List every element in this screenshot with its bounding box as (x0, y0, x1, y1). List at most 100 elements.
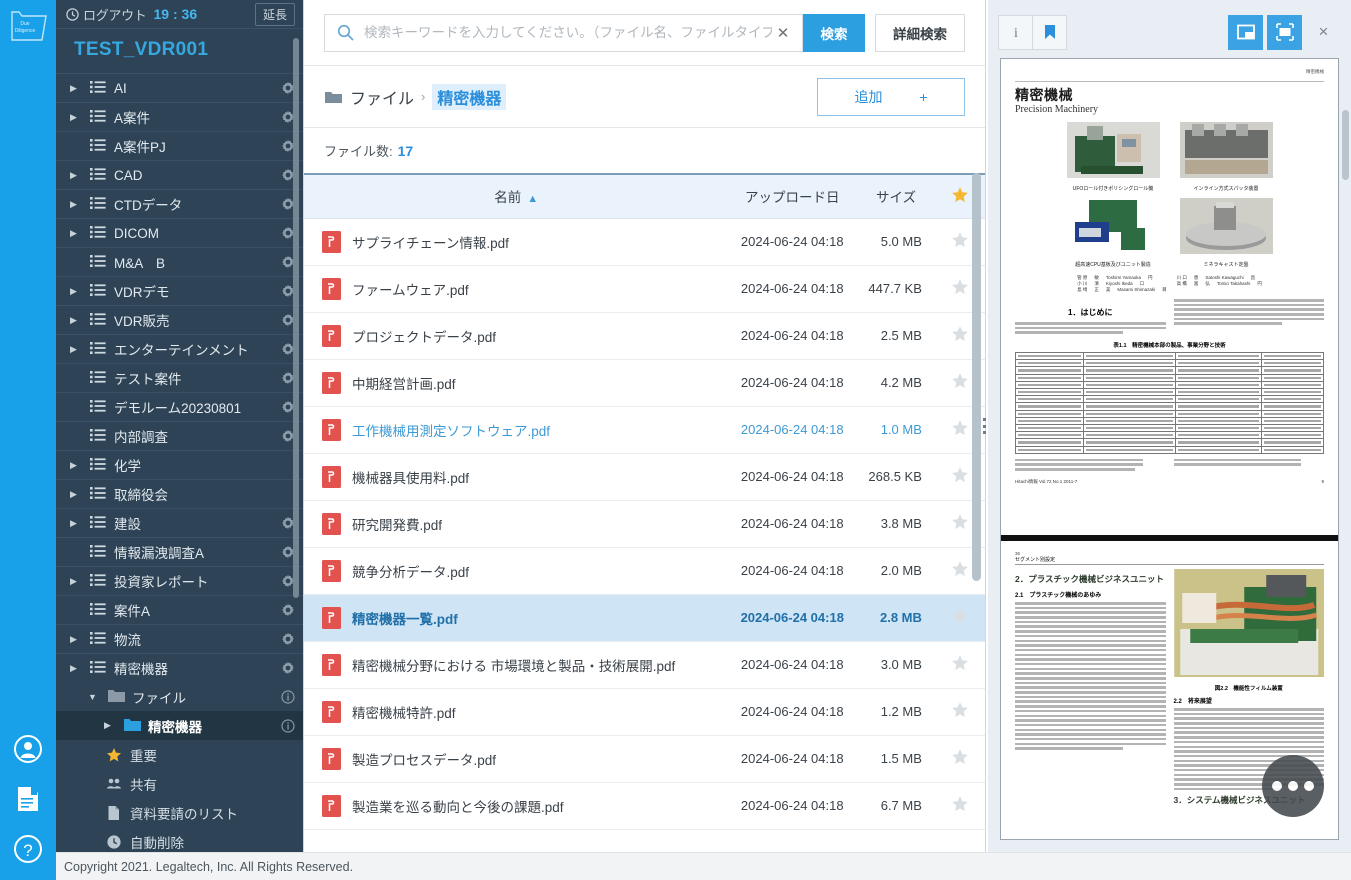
info-icon[interactable]: i (998, 14, 1033, 50)
table-row[interactable]: 製造プロセスデータ.pdf 2024-06-24 04:18 1.5 MB (304, 735, 985, 782)
cell-file-name[interactable]: 中期経営計画.pdf (304, 359, 728, 406)
tree-twisty-icon[interactable] (70, 112, 90, 123)
tree-twisty-icon[interactable] (70, 170, 90, 181)
document-save-icon[interactable] (13, 784, 43, 814)
account-icon[interactable] (13, 734, 43, 764)
cell-file-name[interactable]: 製造業を巡る動向と今後の課題.pdf (304, 782, 728, 829)
cell-favorite[interactable] (936, 594, 985, 641)
sidebar-item-21[interactable]: 精密機器 (56, 653, 303, 682)
tree-twisty-icon[interactable] (70, 228, 90, 239)
table-row[interactable]: 機械器具使用料.pdf 2024-06-24 04:18 268.5 KB (304, 453, 985, 500)
extend-session-button[interactable]: 延長 (254, 2, 295, 26)
sidebar-subitem-file[interactable]: ファイル (56, 682, 303, 711)
cell-file-name[interactable]: ファームウェア.pdf (304, 265, 728, 312)
sidebar-item-8[interactable]: VDRデモ (56, 276, 303, 305)
tree-twisty-icon[interactable] (70, 518, 90, 529)
sidebar-item-10[interactable]: エンターテインメント (56, 334, 303, 363)
panel-resize-handle[interactable] (980, 415, 988, 437)
sidebar-leaf-1[interactable]: 重要 (56, 740, 303, 769)
more-options-fab[interactable] (1262, 755, 1324, 817)
table-row[interactable]: 工作機械用測定ソフトウェア.pdf 2024-06-24 04:18 1.0 MB (304, 406, 985, 453)
sidebar-item-13[interactable]: 内部調査 (56, 421, 303, 450)
cell-file-name[interactable]: 競争分析データ.pdf (304, 547, 728, 594)
table-row[interactable]: ファームウェア.pdf 2024-06-24 04:18 447.7 KB (304, 265, 985, 312)
sidebar-item-2[interactable]: A案件 (56, 102, 303, 131)
cell-favorite[interactable] (936, 641, 985, 688)
sidebar-item-1[interactable]: AI (56, 73, 303, 102)
table-row[interactable]: 精密機械分野における 市場環境と製品・技術展開.pdf 2024-06-24 04… (304, 641, 985, 688)
cell-file-name[interactable]: 精密機械特許.pdf (304, 688, 728, 735)
clear-search-icon[interactable]: ✕ (774, 24, 792, 42)
close-preview-icon[interactable]: × (1306, 15, 1341, 50)
sidebar-item-4[interactable]: CAD (56, 160, 303, 189)
advanced-search-button[interactable]: 詳細検索 (875, 13, 965, 52)
table-row[interactable]: プロジェクトデータ.pdf 2024-06-24 04:18 2.5 MB (304, 312, 985, 359)
table-row[interactable]: 中期経営計画.pdf 2024-06-24 04:18 4.2 MB (304, 359, 985, 406)
gear-icon[interactable] (281, 632, 295, 646)
info-icon[interactable] (281, 718, 295, 733)
fit-screen-icon[interactable] (1267, 14, 1302, 50)
tree-twisty-icon[interactable] (70, 576, 90, 587)
sidebar-item-16[interactable]: 建設 (56, 508, 303, 537)
cell-favorite[interactable] (936, 782, 985, 829)
table-row[interactable]: 精密機器一覧.pdf 2024-06-24 04:18 2.8 MB (304, 594, 985, 641)
sidebar-leaf-3[interactable]: 資料要請のリスト (56, 798, 303, 827)
sidebar-item-11[interactable]: テスト案件 (56, 363, 303, 392)
sidebar-leaf-4[interactable]: 自動削除 (56, 827, 303, 852)
sidebar-item-20[interactable]: 物流 (56, 624, 303, 653)
tree-twisty-icon[interactable] (70, 286, 90, 297)
sidebar-item-15[interactable]: 取締役会 (56, 479, 303, 508)
info-icon[interactable] (281, 689, 295, 704)
breadcrumb-current[interactable]: 精密機器 (432, 83, 507, 110)
gear-icon[interactable] (281, 603, 295, 617)
search-input[interactable] (362, 24, 774, 41)
table-row[interactable]: サプライチェーン情報.pdf 2024-06-24 04:18 5.0 MB (304, 218, 985, 265)
sidebar-item-12[interactable]: デモルーム20230801 (56, 392, 303, 421)
tree-twisty-icon[interactable] (70, 83, 90, 94)
table-row[interactable]: 研究開発費.pdf 2024-06-24 04:18 3.8 MB (304, 500, 985, 547)
sidebar-item-3[interactable]: A案件PJ (56, 131, 303, 160)
cell-file-name[interactable]: 製造プロセスデータ.pdf (304, 735, 728, 782)
help-icon[interactable]: ? (13, 834, 43, 864)
sidebar-item-7[interactable]: M&A B (56, 247, 303, 276)
cell-favorite[interactable] (936, 688, 985, 735)
panel-layout-icon[interactable] (1228, 14, 1263, 50)
column-header-size[interactable]: サイズ (856, 173, 936, 219)
table-row[interactable]: 製造業を巡る動向と今後の課題.pdf 2024-06-24 04:18 6.7 MB (304, 782, 985, 829)
cell-file-name[interactable]: 工作機械用測定ソフトウェア.pdf (304, 406, 728, 453)
file-table-scrollbar[interactable] (972, 173, 981, 581)
bookmark-icon[interactable] (1032, 14, 1067, 50)
add-button[interactable]: 追加 + (817, 77, 965, 116)
sidebar-item-17[interactable]: 情報漏洩調査A (56, 537, 303, 566)
sidebar-item-18[interactable]: 投資家レポート (56, 566, 303, 595)
search-button[interactable]: 検索 (803, 13, 865, 52)
tree-twisty-icon[interactable] (70, 460, 90, 471)
breadcrumb-root[interactable]: ファイル (350, 85, 414, 109)
tree-twisty-icon[interactable] (104, 720, 124, 731)
sidebar-item-9[interactable]: VDR販売 (56, 305, 303, 334)
tree-twisty-icon[interactable] (70, 663, 90, 674)
sidebar-item-14[interactable]: 化学 (56, 450, 303, 479)
cell-file-name[interactable]: プロジェクトデータ.pdf (304, 312, 728, 359)
sidebar-scrollbar[interactable] (293, 38, 299, 598)
tree-twisty-icon[interactable] (70, 199, 90, 210)
table-row[interactable]: 競争分析データ.pdf 2024-06-24 04:18 2.0 MB (304, 547, 985, 594)
cell-file-name[interactable]: 精密機械分野における 市場環境と製品・技術展開.pdf (304, 641, 728, 688)
cell-file-name[interactable]: サプライチェーン情報.pdf (304, 218, 728, 265)
cell-file-name[interactable]: 機械器具使用料.pdf (304, 453, 728, 500)
sidebar-leaf-2[interactable]: 共有 (56, 769, 303, 798)
tree-twisty-icon[interactable] (88, 692, 108, 702)
tree-twisty-icon[interactable] (70, 344, 90, 355)
sidebar-item-6[interactable]: DICOM (56, 218, 303, 247)
tree-twisty-icon[interactable] (70, 489, 90, 500)
app-logo[interactable]: Due Diligence (8, 8, 50, 46)
sidebar-item-5[interactable]: CTDデータ (56, 189, 303, 218)
table-row[interactable]: 精密機械特許.pdf 2024-06-24 04:18 1.2 MB (304, 688, 985, 735)
document-preview[interactable]: 精密機械 精密機械 Precision Machinery UFOロール付きポリ… (1000, 58, 1339, 840)
column-header-name[interactable]: 名前 ▲ (304, 173, 729, 219)
tree-twisty-icon[interactable] (70, 634, 90, 645)
cell-file-name[interactable]: 研究開発費.pdf (304, 500, 728, 547)
sidebar-subitem-selected-folder[interactable]: 精密機器 (56, 711, 303, 740)
column-header-date[interactable]: アップロード日 (728, 173, 857, 219)
cell-favorite[interactable] (936, 735, 985, 782)
